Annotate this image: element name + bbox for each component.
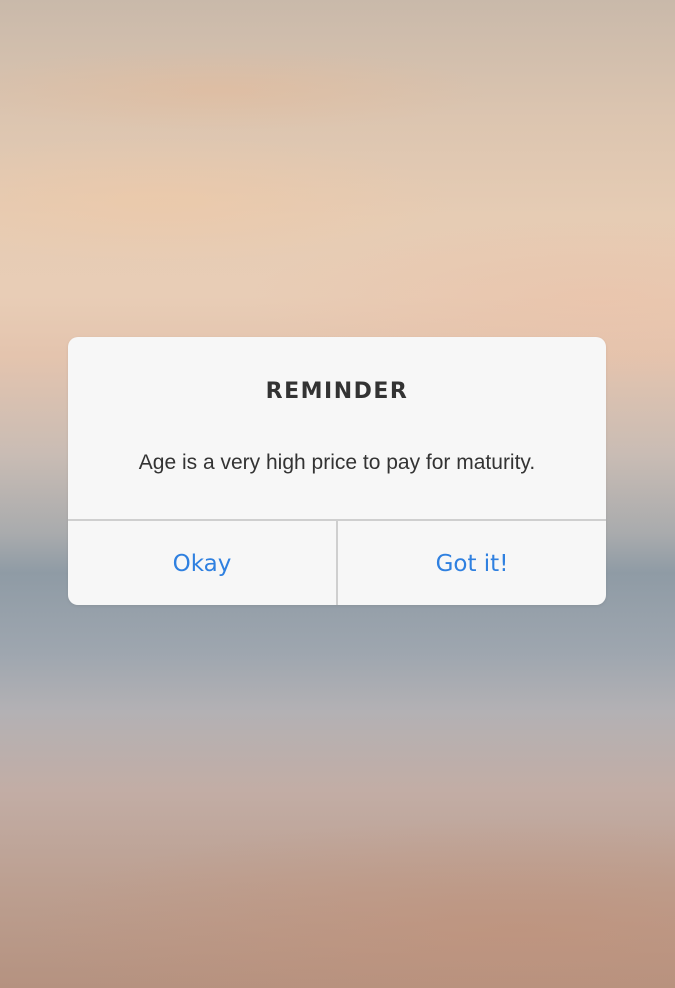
dialog-message: Age is a very high price to pay for matu…	[138, 451, 536, 474]
okay-button[interactable]: Okay	[68, 521, 338, 605]
dialog-button-row: Okay Got it!	[68, 519, 606, 605]
reminder-dialog: REMINDER Age is a very high price to pay…	[68, 337, 606, 605]
got-it-button[interactable]: Got it!	[338, 521, 606, 605]
dialog-title: REMINDER	[265, 379, 409, 404]
